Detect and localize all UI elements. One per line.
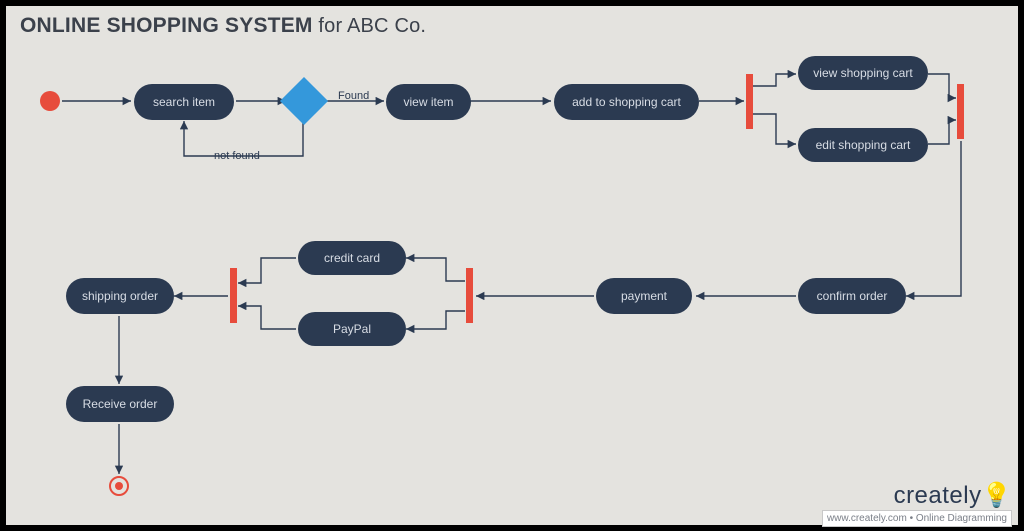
node-credit-card: credit card	[298, 241, 406, 275]
watermark: creately💡 www.creately.com • Online Diag…	[822, 481, 1012, 527]
node-edit-cart: edit shopping cart	[798, 128, 928, 162]
node-confirm-order: confirm order	[798, 278, 906, 314]
node-search-item: search item	[134, 84, 234, 120]
brand-name: creately	[894, 482, 982, 509]
node-view-item: view item	[386, 84, 471, 120]
join-bar-icon	[957, 84, 964, 139]
bulb-icon: 💡	[982, 482, 1012, 509]
node-label: confirm order	[817, 289, 888, 303]
node-view-cart: view shopping cart	[798, 56, 928, 90]
node-label: edit shopping cart	[816, 138, 911, 152]
brand-logo: creately💡	[894, 482, 1012, 509]
edge-label-found: Found	[338, 90, 369, 102]
node-paypal: PayPal	[298, 312, 406, 346]
node-label: add to shopping cart	[572, 95, 681, 109]
node-label: search item	[153, 95, 215, 109]
fork-bar-icon	[746, 74, 753, 129]
start-node-icon	[40, 91, 60, 111]
node-label: view item	[403, 95, 453, 109]
brand-tagline: www.creately.com • Online Diagramming	[822, 510, 1012, 527]
end-node-icon	[109, 476, 129, 496]
node-label: shipping order	[82, 289, 158, 303]
node-label: Receive order	[83, 397, 158, 411]
edge-label-not-found: not found	[214, 150, 260, 162]
node-label: credit card	[324, 251, 380, 265]
fork-bar-icon	[466, 268, 473, 323]
node-add-to-cart: add to shopping cart	[554, 84, 699, 120]
node-shipping-order: shipping order	[66, 278, 174, 314]
node-payment: payment	[596, 278, 692, 314]
node-receive-order: Receive order	[66, 386, 174, 422]
node-label: payment	[621, 289, 667, 303]
join-bar-icon	[230, 268, 237, 323]
diagram-canvas: search item Found not found view item ad…	[6, 6, 1018, 525]
node-label: PayPal	[333, 322, 371, 336]
node-label: view shopping cart	[813, 66, 912, 80]
